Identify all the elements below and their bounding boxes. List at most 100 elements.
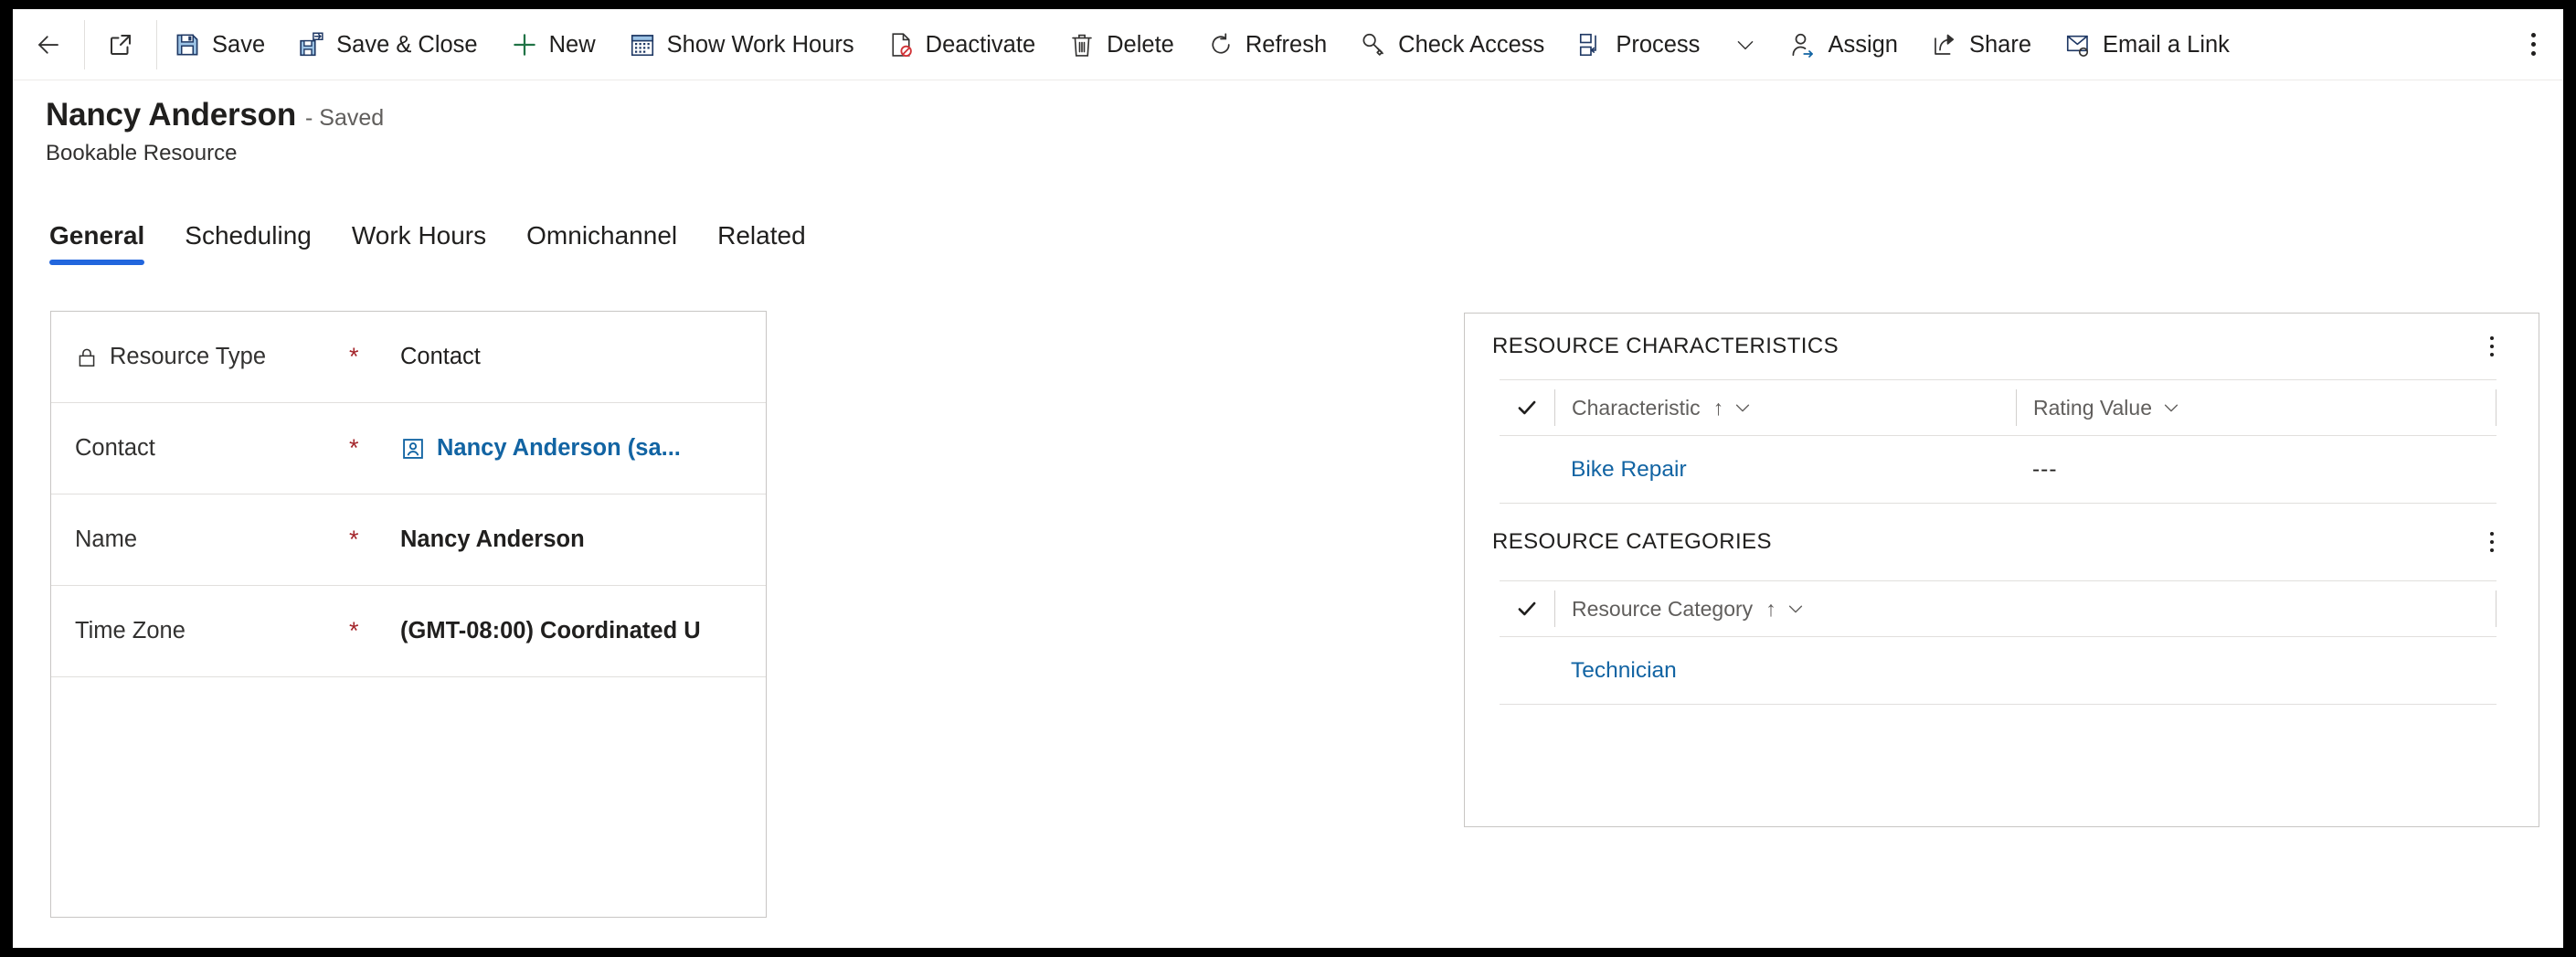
save-and-close-button[interactable]: Save & Close bbox=[281, 9, 494, 80]
delete-button[interactable]: Delete bbox=[1052, 9, 1191, 80]
column-header-resource-category[interactable]: Resource Category ↑ bbox=[1554, 590, 1806, 627]
new-button[interactable]: New bbox=[494, 9, 612, 80]
cell-rating-value: --- bbox=[2032, 456, 2058, 482]
check-access-button-label: Check Access bbox=[1398, 31, 1545, 58]
column-header-characteristic-label: Characteristic bbox=[1572, 395, 1701, 420]
tab-omnichannel-label: Omnichannel bbox=[526, 221, 678, 250]
column-header-characteristic[interactable]: Characteristic ↑ bbox=[1554, 389, 2016, 426]
table-row[interactable]: Technician bbox=[1500, 637, 2496, 705]
required-indicator: * bbox=[349, 343, 359, 370]
field-value-time-zone[interactable]: (GMT-08:00) Coordinated U bbox=[400, 618, 742, 644]
required-indicator: * bbox=[349, 434, 359, 462]
save-button-label: Save bbox=[212, 31, 266, 58]
app-window: Save Save & Close New Show Work Hours De… bbox=[13, 9, 2563, 948]
column-header-resource-category-label: Resource Category bbox=[1572, 596, 1754, 621]
resource-categories-section: RESOURCE CATEGORIES Resource Category ↑ bbox=[1465, 504, 2539, 705]
field-value-contact-text: Nancy Anderson (sa... bbox=[437, 435, 681, 461]
field-value-name[interactable]: Nancy Anderson bbox=[400, 526, 742, 553]
resource-characteristics-section: RESOURCE CHARACTERISTICS Characteristic … bbox=[1465, 314, 2539, 504]
cell-characteristic[interactable]: Bike Repair bbox=[1554, 457, 2016, 483]
resource-characteristics-title: RESOURCE CHARACTERISTICS bbox=[1492, 334, 1839, 358]
plus-icon bbox=[511, 31, 538, 58]
delete-button-label: Delete bbox=[1107, 31, 1174, 58]
column-header-rating-value-label: Rating Value bbox=[2033, 395, 2152, 420]
assign-button[interactable]: Assign bbox=[1773, 9, 1914, 80]
field-row-time-zone: Time Zone * (GMT-08:00) Coordinated U bbox=[51, 586, 766, 677]
sort-ascending-icon: ↑ bbox=[1712, 395, 1724, 420]
table-row[interactable]: Bike Repair --- bbox=[1500, 436, 2496, 504]
key-icon bbox=[1360, 31, 1387, 58]
assign-button-label: Assign bbox=[1828, 31, 1898, 58]
tab-related[interactable]: Related bbox=[697, 221, 826, 265]
tab-general-label: General bbox=[49, 221, 145, 250]
record-header: Nancy Anderson - Saved Bookable Resource bbox=[46, 97, 384, 166]
show-work-hours-button-label: Show Work Hours bbox=[666, 31, 854, 58]
share-button-label: Share bbox=[1968, 31, 2032, 58]
process-dropdown-button[interactable] bbox=[1716, 9, 1773, 80]
tab-work-hours-label: Work Hours bbox=[351, 221, 487, 250]
field-label-text: Resource Type bbox=[110, 344, 267, 369]
open-in-new-window-button[interactable] bbox=[85, 9, 156, 80]
field-value-resource-type[interactable]: Contact bbox=[400, 344, 742, 370]
more-vertical-icon bbox=[2490, 532, 2494, 552]
refresh-button[interactable]: Refresh bbox=[1191, 9, 1343, 80]
entity-name-label: Bookable Resource bbox=[46, 141, 238, 165]
show-work-hours-button[interactable]: Show Work Hours bbox=[612, 9, 871, 80]
tab-omnichannel[interactable]: Omnichannel bbox=[506, 221, 697, 265]
field-label-text: Time Zone bbox=[75, 618, 186, 643]
contact-record-icon bbox=[400, 436, 426, 462]
field-row-resource-type: Resource Type * Contact bbox=[51, 312, 766, 403]
tab-work-hours[interactable]: Work Hours bbox=[332, 221, 506, 265]
command-bar-overflow-button[interactable] bbox=[2503, 9, 2563, 80]
email-link-icon bbox=[2064, 31, 2092, 58]
save-state-label: - Saved bbox=[305, 105, 385, 131]
select-all-checkbox[interactable] bbox=[1500, 396, 1554, 420]
resource-characteristics-header: RESOURCE CHARACTERISTICS bbox=[1465, 314, 2539, 379]
refresh-icon bbox=[1207, 31, 1235, 58]
select-all-checkbox[interactable] bbox=[1500, 597, 1554, 621]
chevron-down-icon bbox=[1732, 33, 1757, 57]
tab-scheduling-label: Scheduling bbox=[185, 221, 312, 250]
resource-characteristics-more-button[interactable] bbox=[2471, 325, 2513, 367]
deactivate-button[interactable]: Deactivate bbox=[871, 9, 1052, 80]
checkmark-icon bbox=[1518, 400, 1536, 415]
back-button[interactable] bbox=[13, 9, 84, 80]
required-indicator: * bbox=[349, 526, 359, 553]
column-header-rating-value[interactable]: Rating Value bbox=[2016, 389, 2181, 426]
new-button-label: New bbox=[548, 31, 596, 58]
resource-characteristics-grid: Characteristic ↑ Rating Value Bike Repai… bbox=[1465, 379, 2539, 504]
page-title: Nancy Anderson bbox=[46, 97, 297, 133]
deactivate-icon bbox=[887, 31, 915, 58]
field-value-contact[interactable]: Nancy Anderson (sa... bbox=[400, 435, 742, 462]
process-button[interactable]: Process bbox=[1561, 9, 1716, 80]
resource-categories-grid: Resource Category ↑ Technician bbox=[1465, 580, 2539, 705]
tab-general[interactable]: General bbox=[46, 221, 164, 265]
deactivate-button-label: Deactivate bbox=[925, 31, 1036, 58]
field-label-time-zone: Time Zone bbox=[75, 618, 349, 644]
email-a-link-button[interactable]: Email a Link bbox=[2048, 9, 2246, 80]
save-icon bbox=[174, 31, 201, 58]
grid-header-row: Resource Category ↑ bbox=[1500, 580, 2496, 637]
cell-resource-category[interactable]: Technician bbox=[1554, 658, 1677, 684]
tab-related-label: Related bbox=[717, 221, 806, 250]
more-vertical-icon bbox=[2490, 336, 2494, 356]
record-title-row: Nancy Anderson - Saved bbox=[46, 97, 384, 133]
assign-user-icon bbox=[1789, 31, 1817, 58]
chevron-down-icon bbox=[1788, 605, 1802, 613]
save-button[interactable]: Save bbox=[157, 9, 281, 80]
save-and-close-button-label: Save & Close bbox=[336, 31, 478, 58]
tab-scheduling[interactable]: Scheduling bbox=[164, 221, 332, 265]
resource-categories-more-button[interactable] bbox=[2471, 521, 2513, 563]
check-access-button[interactable]: Check Access bbox=[1343, 9, 1561, 80]
share-button[interactable]: Share bbox=[1914, 9, 2048, 80]
chevron-down-icon bbox=[1736, 404, 1750, 412]
email-a-link-button-label: Email a Link bbox=[2103, 31, 2230, 58]
field-label-name: Name bbox=[75, 526, 349, 553]
field-row-contact: Contact * Nancy Anderson (sa... bbox=[51, 403, 766, 494]
field-label-text: Name bbox=[75, 526, 138, 552]
process-icon bbox=[1577, 31, 1605, 58]
save-and-close-icon bbox=[298, 31, 325, 58]
form-tab-list: General Scheduling Work Hours Omnichanne… bbox=[46, 221, 826, 265]
back-arrow-icon bbox=[35, 31, 62, 58]
required-indicator: * bbox=[349, 617, 359, 644]
